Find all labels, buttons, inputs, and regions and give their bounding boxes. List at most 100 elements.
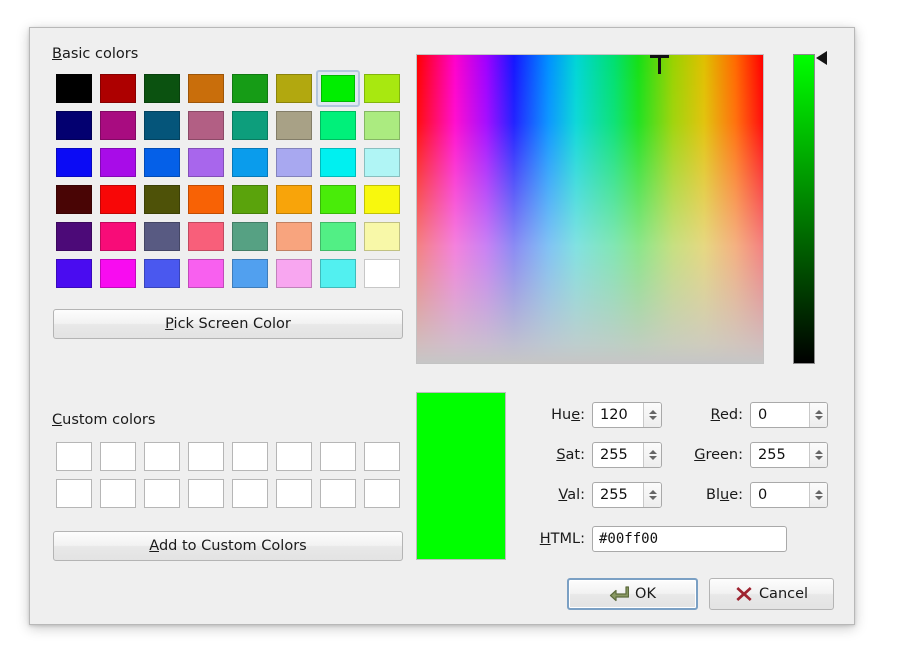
value-spin-buttons[interactable] [643, 483, 661, 507]
hue-input[interactable] [593, 403, 643, 427]
custom-color-swatch[interactable] [184, 475, 228, 512]
html-hex-input[interactable] [592, 526, 787, 552]
basic-color-swatch[interactable] [316, 107, 360, 144]
pick-screen-color-button[interactable]: Pick Screen Color [53, 309, 403, 339]
custom-color-swatch[interactable] [184, 438, 228, 475]
red-field[interactable]: Red: [678, 402, 828, 428]
add-to-custom-colors-button[interactable]: Add to Custom Colors [53, 531, 403, 561]
green-input[interactable] [751, 443, 809, 467]
basic-color-swatch[interactable] [140, 218, 184, 255]
basic-color-swatch[interactable] [360, 218, 404, 255]
basic-color-swatch[interactable] [228, 255, 272, 292]
spin-up-icon[interactable] [648, 450, 657, 454]
green-spin-buttons[interactable] [809, 443, 827, 467]
basic-color-swatch[interactable] [272, 181, 316, 218]
basic-color-swatch[interactable] [316, 218, 360, 255]
custom-color-swatch[interactable] [360, 475, 404, 512]
basic-color-swatch[interactable] [184, 255, 228, 292]
basic-color-swatch[interactable] [228, 70, 272, 107]
saturation-value-field[interactable] [416, 54, 764, 364]
basic-color-swatch[interactable] [316, 144, 360, 181]
basic-color-swatch[interactable] [52, 218, 96, 255]
basic-color-swatch[interactable] [360, 255, 404, 292]
basic-color-swatch[interactable] [316, 181, 360, 218]
spin-up-icon[interactable] [814, 410, 823, 414]
basic-color-swatch[interactable] [184, 70, 228, 107]
blue-input[interactable] [751, 483, 809, 507]
spin-up-icon[interactable] [814, 450, 823, 454]
basic-color-swatch[interactable] [52, 70, 96, 107]
basic-color-swatch[interactable] [360, 144, 404, 181]
red-spinbox[interactable] [750, 402, 828, 428]
spin-up-icon[interactable] [648, 410, 657, 414]
hue-spinbox[interactable] [592, 402, 662, 428]
basic-color-swatch[interactable] [140, 255, 184, 292]
basic-color-swatch[interactable] [184, 107, 228, 144]
basic-color-swatch[interactable] [96, 181, 140, 218]
green-field[interactable]: Green: [678, 442, 828, 468]
custom-color-swatch[interactable] [360, 438, 404, 475]
custom-color-swatch[interactable] [52, 475, 96, 512]
blue-spinbox[interactable] [750, 482, 828, 508]
spin-up-icon[interactable] [814, 490, 823, 494]
basic-color-swatch[interactable] [360, 107, 404, 144]
basic-color-swatch[interactable] [96, 144, 140, 181]
red-input[interactable] [751, 403, 809, 427]
basic-color-swatch[interactable] [360, 70, 404, 107]
ok-button[interactable]: OK [567, 578, 698, 610]
basic-color-swatch[interactable] [184, 181, 228, 218]
custom-color-swatch[interactable] [272, 475, 316, 512]
basic-color-swatch[interactable] [228, 181, 272, 218]
basic-color-swatch[interactable] [272, 218, 316, 255]
basic-color-swatch[interactable] [272, 70, 316, 107]
spin-down-icon[interactable] [814, 416, 823, 420]
custom-color-swatch[interactable] [96, 475, 140, 512]
value-input[interactable] [593, 483, 643, 507]
basic-color-swatch[interactable] [272, 144, 316, 181]
basic-color-swatch[interactable] [52, 255, 96, 292]
spin-down-icon[interactable] [814, 496, 823, 500]
basic-color-swatch[interactable] [52, 107, 96, 144]
sv-crosshair-marker[interactable] [650, 46, 670, 74]
hue-field[interactable]: Hue: [530, 402, 662, 428]
spin-down-icon[interactable] [814, 456, 823, 460]
custom-color-swatch[interactable] [228, 438, 272, 475]
basic-color-swatch[interactable] [228, 218, 272, 255]
basic-color-swatch[interactable] [52, 181, 96, 218]
custom-color-swatch[interactable] [228, 475, 272, 512]
basic-color-swatch[interactable] [140, 70, 184, 107]
basic-colors-grid[interactable] [52, 70, 404, 292]
spin-down-icon[interactable] [648, 496, 657, 500]
custom-colors-grid[interactable] [52, 438, 404, 512]
basic-color-swatch[interactable] [184, 144, 228, 181]
basic-color-swatch[interactable] [184, 218, 228, 255]
basic-color-swatch[interactable] [316, 255, 360, 292]
saturation-spinbox[interactable] [592, 442, 662, 468]
spin-down-icon[interactable] [648, 416, 657, 420]
basic-color-swatch[interactable] [96, 70, 140, 107]
saturation-input[interactable] [593, 443, 643, 467]
value-slider-handle-icon[interactable] [816, 51, 827, 65]
custom-color-swatch[interactable] [52, 438, 96, 475]
blue-field[interactable]: Blue: [678, 482, 828, 508]
basic-color-swatch[interactable] [228, 107, 272, 144]
basic-color-swatch[interactable] [140, 144, 184, 181]
cancel-button[interactable]: Cancel [709, 578, 834, 610]
saturation-field[interactable]: Sat: [530, 442, 662, 468]
blue-spin-buttons[interactable] [809, 483, 827, 507]
saturation-spin-buttons[interactable] [643, 443, 661, 467]
value-field[interactable]: Val: [530, 482, 662, 508]
red-spin-buttons[interactable] [809, 403, 827, 427]
hue-spin-buttons[interactable] [643, 403, 661, 427]
custom-color-swatch[interactable] [272, 438, 316, 475]
value-slider[interactable] [793, 54, 815, 364]
basic-color-swatch[interactable] [316, 70, 360, 107]
basic-color-swatch[interactable] [272, 107, 316, 144]
custom-color-swatch[interactable] [316, 475, 360, 512]
basic-color-swatch[interactable] [228, 144, 272, 181]
html-hex-field[interactable]: HTML: [524, 526, 787, 552]
green-spinbox[interactable] [750, 442, 828, 468]
basic-color-swatch[interactable] [96, 218, 140, 255]
spin-up-icon[interactable] [648, 490, 657, 494]
basic-color-swatch[interactable] [272, 255, 316, 292]
